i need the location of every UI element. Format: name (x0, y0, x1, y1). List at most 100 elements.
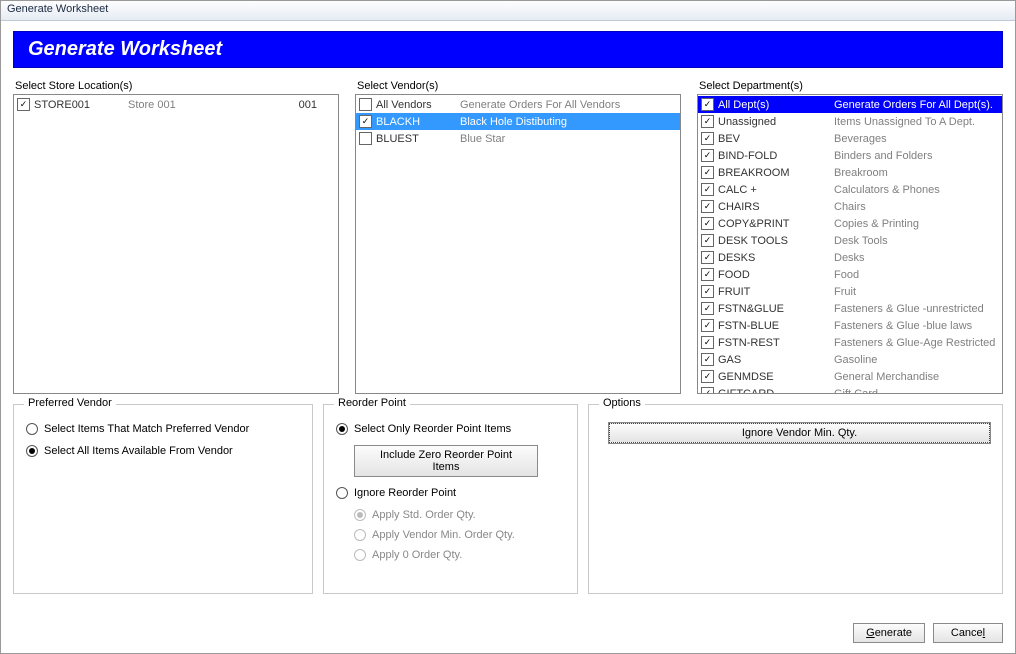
checkbox-icon[interactable]: ✓ (701, 183, 714, 196)
checkbox-icon[interactable]: ✓ (701, 166, 714, 179)
departments-column: Select Department(s) ✓All Dept(s)Generat… (697, 74, 1003, 394)
checkbox-icon[interactable] (359, 132, 372, 145)
checkbox-icon[interactable]: ✓ (701, 353, 714, 366)
banner-title: Generate Worksheet (28, 38, 222, 60)
dept-code: All Dept(s) (718, 99, 834, 111)
radio-select-only-reorder[interactable]: Select Only Reorder Point Items (336, 423, 565, 435)
checkbox-icon[interactable]: ✓ (701, 319, 714, 332)
vendor-row[interactable]: ✓BLACKHBlack Hole Distibuting (356, 113, 680, 130)
vendor-desc: Generate Orders For All Vendors (460, 99, 677, 111)
department-row[interactable]: ✓ GASGasoline (698, 351, 1002, 368)
checkbox-icon[interactable]: ✓ (701, 132, 714, 145)
department-row[interactable]: ✓FOODFood (698, 266, 1002, 283)
department-row[interactable]: ✓BIND-FOLDBinders and Folders (698, 147, 1002, 164)
department-row[interactable]: ✓All Dept(s)Generate Orders For All Dept… (698, 96, 1002, 113)
checkbox-icon[interactable]: ✓ (17, 98, 30, 111)
vendor-code: All Vendors (376, 99, 460, 111)
dept-desc: Chairs (834, 201, 999, 213)
department-row[interactable]: ✓FSTN-BLUEFasteners & Glue -blue laws (698, 317, 1002, 334)
options-legend: Options (599, 397, 645, 409)
department-row[interactable]: ✓CHAIRSChairs (698, 198, 1002, 215)
radio-icon (336, 423, 348, 435)
checkbox-icon[interactable]: ✓ (701, 149, 714, 162)
dept-desc: Breakroom (834, 167, 999, 179)
department-row[interactable]: ✓ DESK TOOLSDesk Tools (698, 232, 1002, 249)
department-row[interactable]: ✓FSTN-RESTFasteners & Glue-Age Restricte… (698, 334, 1002, 351)
dept-code: DESKS (718, 252, 834, 264)
checkbox-icon[interactable]: ✓ (701, 302, 714, 315)
window-title: Generate Worksheet (7, 3, 108, 15)
department-row[interactable]: ✓GIFTCARDGift Card (698, 385, 1002, 394)
department-row[interactable]: ✓COPY&PRINTCopies & Printing (698, 215, 1002, 232)
dept-code: DESK TOOLS (718, 235, 834, 247)
radio-label: Select All Items Available From Vendor (44, 445, 233, 457)
vendors-column: Select Vendor(s) All VendorsGenerate Ord… (355, 74, 681, 394)
vendors-listbox[interactable]: All VendorsGenerate Orders For All Vendo… (355, 94, 681, 394)
radio-icon (26, 445, 38, 457)
include-zero-reorder-button[interactable]: Include Zero Reorder Point Items (354, 445, 538, 477)
dept-desc: Desk Tools (834, 235, 999, 247)
department-row[interactable]: ✓FRUITFruit (698, 283, 1002, 300)
department-row[interactable]: ✓CALC +Calculators & Phones (698, 181, 1002, 198)
checkbox-icon[interactable]: ✓ (701, 234, 714, 247)
generate-worksheet-window: Generate Worksheet Generate Worksheet Se… (0, 0, 1016, 654)
dept-code: GAS (718, 354, 834, 366)
dept-desc: Fasteners & Glue -unrestricted (834, 303, 999, 315)
department-row[interactable]: ✓GENMDSEGeneral Merchandise (698, 368, 1002, 385)
checkbox-icon[interactable] (359, 98, 372, 111)
checkbox-icon[interactable]: ✓ (701, 200, 714, 213)
department-row[interactable]: ✓BREAKROOMBreakroom (698, 164, 1002, 181)
checkbox-icon[interactable]: ✓ (701, 251, 714, 264)
dept-desc: Desks (834, 252, 999, 264)
vendor-row[interactable]: BLUESTBlue Star (356, 130, 680, 147)
dept-code: FSTN&GLUE (718, 303, 834, 315)
checkbox-icon[interactable]: ✓ (701, 268, 714, 281)
cancel-button[interactable]: Cancel (933, 623, 1003, 643)
dept-desc: Fasteners & Glue-Age Restricted (834, 337, 999, 349)
department-row[interactable]: ✓ FSTN&GLUEFasteners & Glue -unrestricted (698, 300, 1002, 317)
checkbox-icon[interactable]: ✓ (701, 387, 714, 394)
vendor-desc: Black Hole Distibuting (460, 116, 677, 128)
groups-row: Preferred Vendor Select Items That Match… (13, 404, 1003, 594)
dept-desc: Gasoline (834, 354, 999, 366)
radio-label: Ignore Reorder Point (354, 487, 456, 499)
checkbox-icon[interactable]: ✓ (701, 217, 714, 230)
department-row[interactable]: ✓BEVBeverages (698, 130, 1002, 147)
departments-listbox[interactable]: ✓All Dept(s)Generate Orders For All Dept… (697, 94, 1003, 394)
checkbox-icon[interactable]: ✓ (701, 370, 714, 383)
subradio-apply-std: Apply Std. Order Qty. (354, 509, 565, 521)
checkbox-icon[interactable]: ✓ (701, 285, 714, 298)
dept-desc: Copies & Printing (834, 218, 999, 230)
checkbox-icon[interactable]: ✓ (701, 336, 714, 349)
reorder-point-group: Reorder Point Select Only Reorder Point … (323, 404, 578, 594)
footer: Generate Cancel (1, 619, 1015, 653)
stores-listbox[interactable]: ✓STORE001Store 001001 (13, 94, 339, 394)
department-row[interactable]: ✓ DESKSDesks (698, 249, 1002, 266)
ignore-vendor-min-button[interactable]: Ignore Vendor Min. Qty. (609, 423, 990, 443)
store-num: 001 (285, 99, 335, 111)
checkbox-icon[interactable]: ✓ (359, 115, 372, 128)
titlebar: Generate Worksheet (1, 1, 1015, 21)
dept-code: Unassigned (718, 116, 834, 128)
subradio-label: Apply Vendor Min. Order Qty. (372, 529, 515, 541)
radio-icon (354, 529, 366, 541)
checkbox-icon[interactable]: ✓ (701, 98, 714, 111)
checkbox-icon[interactable]: ✓ (701, 115, 714, 128)
vendor-row[interactable]: All VendorsGenerate Orders For All Vendo… (356, 96, 680, 113)
lists-row: Select Store Location(s) ✓STORE001Store … (13, 74, 1003, 394)
store-row[interactable]: ✓STORE001Store 001001 (14, 96, 338, 113)
dept-code: FOOD (718, 269, 834, 281)
radio-label: Select Items That Match Preferred Vendor (44, 423, 249, 435)
radio-label: Select Only Reorder Point Items (354, 423, 511, 435)
preferred-vendor-group: Preferred Vendor Select Items That Match… (13, 404, 313, 594)
department-row[interactable]: ✓UnassignedItems Unassigned To A Dept. (698, 113, 1002, 130)
radio-ignore-reorder[interactable]: Ignore Reorder Point (336, 487, 565, 499)
dept-desc: Fruit (834, 286, 999, 298)
radio-all-available[interactable]: Select All Items Available From Vendor (26, 445, 300, 457)
dept-desc: Gift Card (834, 388, 999, 395)
radio-icon (26, 423, 38, 435)
dept-code: BIND-FOLD (718, 150, 834, 162)
radio-match-preferred[interactable]: Select Items That Match Preferred Vendor (26, 423, 300, 435)
generate-button[interactable]: Generate (853, 623, 925, 643)
dept-code: CALC + (718, 184, 834, 196)
